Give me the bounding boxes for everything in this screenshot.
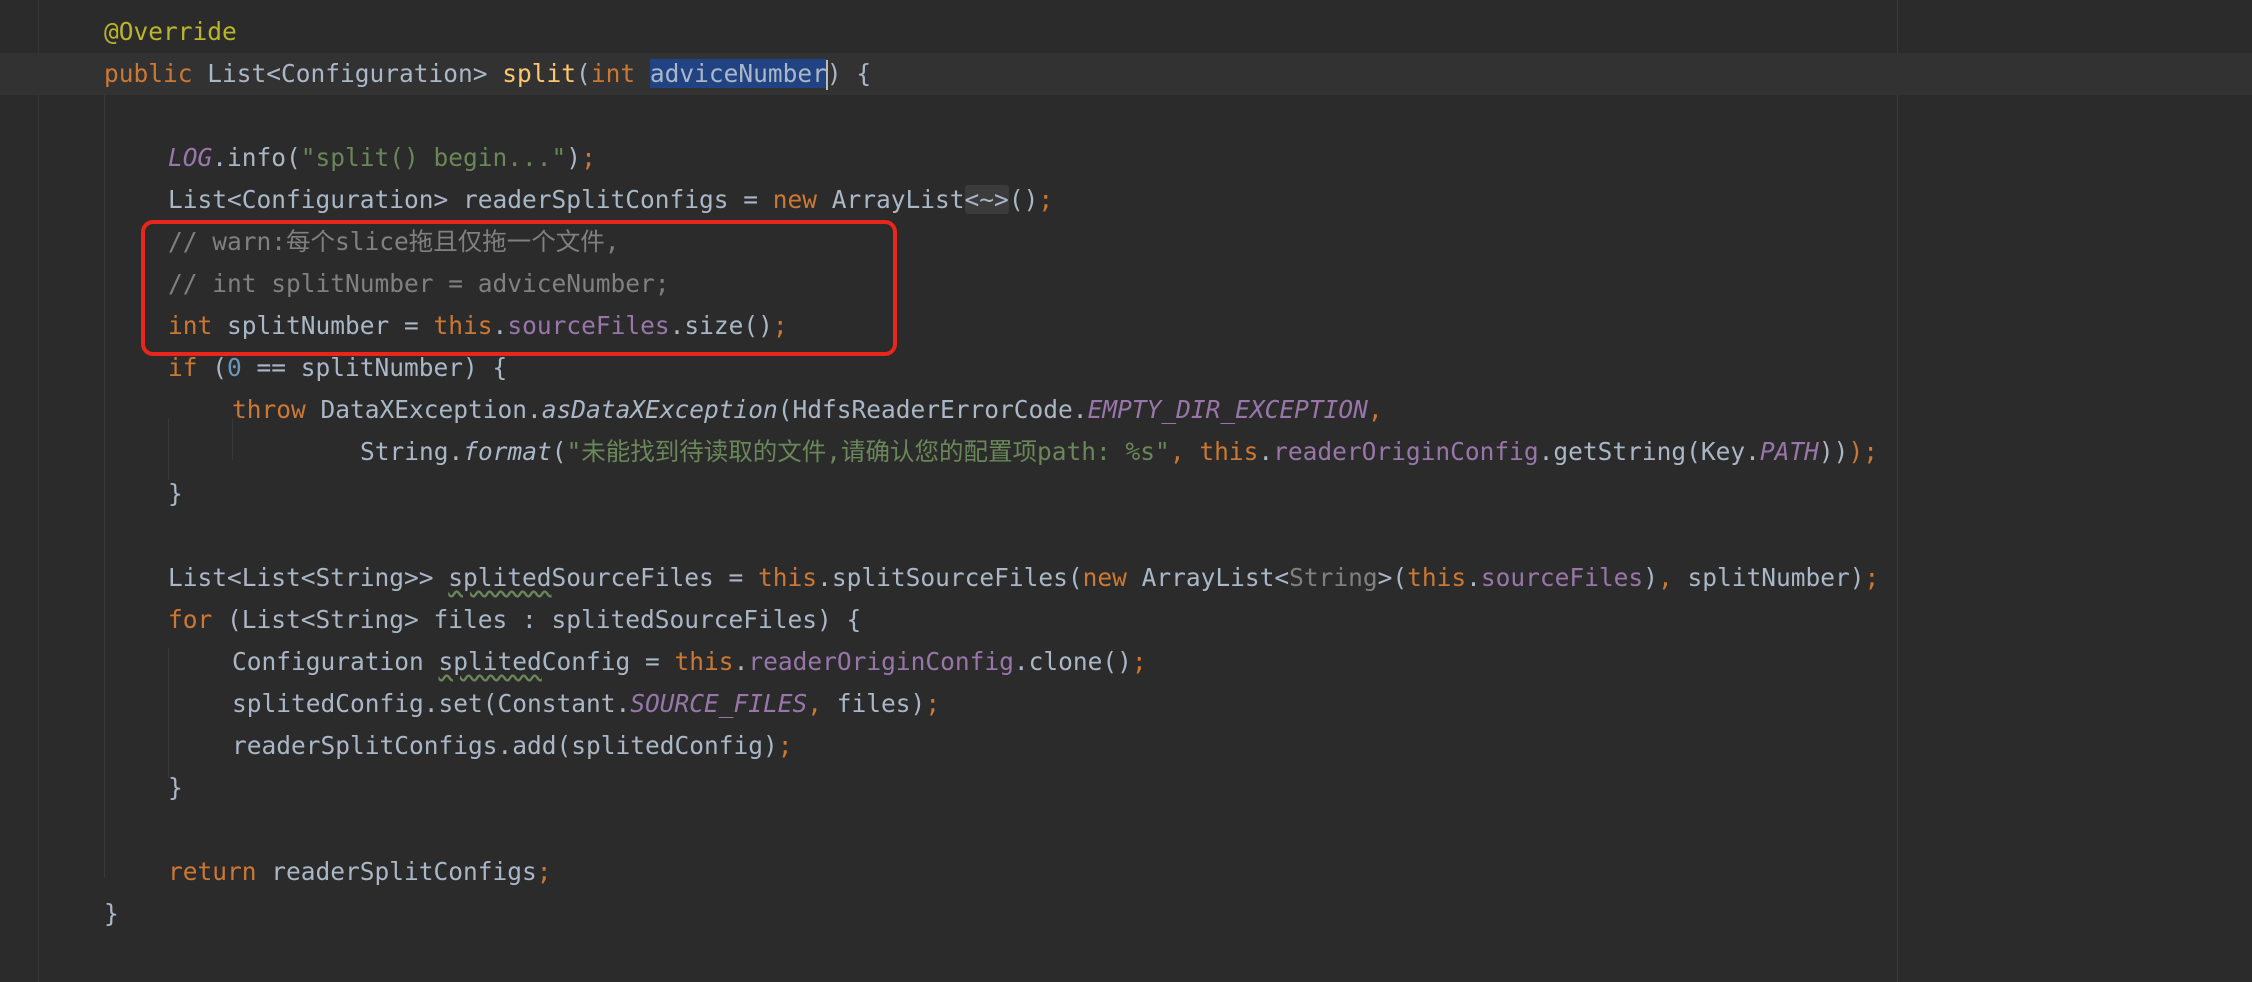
- line-text: readerSplitConfigs.add(splitedConfig);: [232, 731, 793, 760]
- code-line[interactable]: }: [0, 893, 2252, 935]
- line-text: throw DataXException.asDataXException(Hd…: [232, 395, 1383, 424]
- line-text: @Override: [104, 17, 237, 46]
- code-line[interactable]: throw DataXException.asDataXException(Hd…: [0, 389, 2252, 431]
- code-line[interactable]: LOG.info("split() begin...");: [0, 137, 2252, 179]
- line-text: splitedConfig.set(Constant.SOURCE_FILES,…: [232, 689, 941, 718]
- code-line[interactable]: for (List<String> files : splitedSourceF…: [0, 599, 2252, 641]
- line-text: for (List<String> files : splitedSourceF…: [168, 605, 862, 634]
- code-line[interactable]: }: [0, 767, 2252, 809]
- method-name: split: [502, 59, 577, 88]
- text-caret: [825, 60, 828, 90]
- code-line[interactable]: splitedConfig.set(Constant.SOURCE_FILES,…: [0, 683, 2252, 725]
- line-text: List<Configuration> readerSplitConfigs =…: [168, 185, 1054, 214]
- code-line[interactable]: Configuration splitedConfig = this.reade…: [0, 641, 2252, 683]
- line-text: LOG.info("split() begin...");: [168, 143, 596, 172]
- code-line[interactable]: @Override: [0, 11, 2252, 53]
- line-text: return readerSplitConfigs;: [168, 857, 552, 886]
- code-line-current[interactable]: public List<Configuration> split(int adv…: [0, 53, 2252, 95]
- code-line[interactable]: String.format("未能找到待读取的文件,请确认您的配置项path: …: [0, 431, 2252, 473]
- line-text: Configuration splitedConfig = this.reade…: [232, 647, 1147, 676]
- line-text: }: [104, 899, 119, 928]
- selected-identifier[interactable]: adviceNumber: [649, 59, 827, 88]
- red-highlight-box: [141, 220, 897, 356]
- keyword: public: [104, 59, 193, 88]
- code-editor[interactable]: @Override public List<Configuration> spl…: [0, 0, 2252, 982]
- code-line[interactable]: return readerSplitConfigs;: [0, 851, 2252, 893]
- code-line[interactable]: }: [0, 473, 2252, 515]
- line-text: }: [168, 479, 183, 508]
- keyword: int: [590, 59, 636, 88]
- code-line[interactable]: readerSplitConfigs.add(splitedConfig);: [0, 725, 2252, 767]
- code-line[interactable]: List<Configuration> readerSplitConfigs =…: [0, 179, 2252, 221]
- code-line[interactable]: List<List<String>> splitedSourceFiles = …: [0, 557, 2252, 599]
- line-text: }: [168, 773, 183, 802]
- line-text: List<List<String>> splitedSourceFiles = …: [168, 563, 1880, 592]
- method-signature: public List<Configuration> split(int adv…: [104, 59, 872, 90]
- line-text: String.format("未能找到待读取的文件,请确认您的配置项path: …: [360, 437, 1878, 466]
